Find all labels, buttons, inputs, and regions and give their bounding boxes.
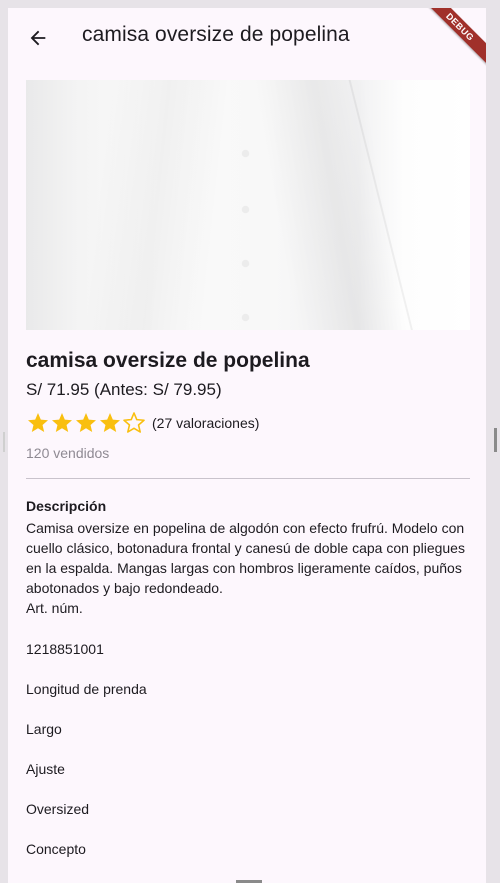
app-screen: camisa oversize de popelina DEBUG camisa… xyxy=(8,8,486,883)
description-text: Camisa oversize en popelina de algodón c… xyxy=(26,520,465,616)
rating-stars xyxy=(26,411,146,435)
star-outline-icon xyxy=(123,412,145,433)
product-title: camisa oversize de popelina xyxy=(26,349,310,372)
sold-count: 120 vendidos xyxy=(26,445,110,461)
image-fold-shading xyxy=(250,80,412,330)
image-shirt-button xyxy=(242,206,249,213)
spec-item: Concepto xyxy=(26,841,86,857)
spec-item: Largo xyxy=(26,721,62,737)
image-shirt-button xyxy=(242,260,249,267)
divider xyxy=(26,478,470,479)
star-filled-icon xyxy=(100,413,120,432)
star-filled-icon xyxy=(28,413,48,432)
spec-item: 1218851001 xyxy=(26,641,104,657)
spec-item: Longitud de prenda xyxy=(26,681,147,697)
page-title: camisa oversize de popelina xyxy=(82,23,350,46)
product-rating: (27 valoraciones) xyxy=(26,411,259,435)
spec-item: Oversized xyxy=(26,801,90,817)
rating-count: (27 valoraciones) xyxy=(152,415,260,431)
back-button[interactable] xyxy=(22,22,54,54)
star-filled-icon xyxy=(76,413,96,432)
image-shirt-button xyxy=(242,150,249,157)
app-bar: camisa oversize de popelina xyxy=(8,8,486,64)
scroll-indicator xyxy=(3,432,5,452)
description-heading: Descripción xyxy=(26,498,107,514)
product-image xyxy=(26,80,470,330)
image-shirt-button xyxy=(242,314,249,321)
spec-list: 1218851001 Longitud de prenda Largo Ajuste O… xyxy=(26,639,470,879)
scroll-indicator[interactable] xyxy=(494,428,497,452)
arrow-back-icon xyxy=(30,30,46,46)
star-filled-icon xyxy=(52,413,72,432)
spec-item: Ajuste xyxy=(26,761,65,777)
image-fold-shading xyxy=(80,80,232,330)
product-price: S/ 71.95 (Antes: S/ 79.95) xyxy=(26,380,222,399)
